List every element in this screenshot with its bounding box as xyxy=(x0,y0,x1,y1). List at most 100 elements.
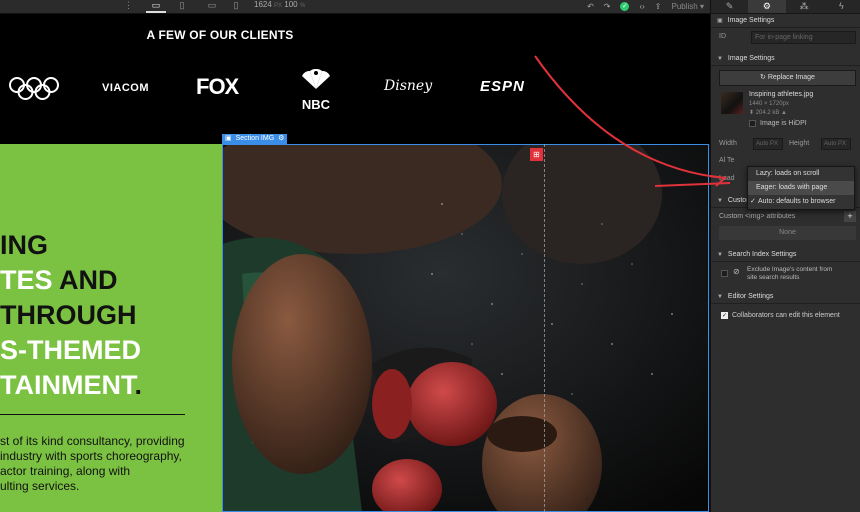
alt-text-label: Al Te xyxy=(719,157,735,164)
headline-line-4: S-THEMED xyxy=(0,335,141,365)
loading-dropdown[interactable]: Lazy: loads on scroll Eager: loads with … xyxy=(747,166,855,210)
image-settings-header-text: Image Settings xyxy=(727,55,775,62)
id-row: ID For in-page linking xyxy=(711,28,860,46)
mobile-portrait-breakpoint-icon[interactable]: ▯ xyxy=(226,0,246,13)
custom-img-attributes-row: Custom <img> attributes + xyxy=(711,210,860,224)
publish-label: Publish xyxy=(671,2,698,11)
designer-toolbar: ⋮ ▭ ▯ ▭ ▯ 1624 PX 100 % ↶ ↷ ✓ ‹› ⇪ Publi… xyxy=(0,0,710,14)
image-filename: Inspiring athletes.jpg xyxy=(749,91,814,98)
desktop-breakpoint-icon[interactable]: ▭ xyxy=(146,0,166,13)
image-filesize: ⬍ 204.2 kB ▲ xyxy=(749,109,787,116)
canvas-width-unit: PX xyxy=(274,3,283,9)
interactions-tab-bolt-icon[interactable]: ϟ xyxy=(823,0,860,13)
settings-gear-icon[interactable]: ⚙ xyxy=(278,134,284,144)
warning-icon: ▲ xyxy=(779,110,787,116)
undo-icon[interactable]: ↶ xyxy=(587,2,594,11)
exclude-line-2: site search results xyxy=(747,274,800,281)
headline-line-2: TES AND xyxy=(0,263,222,298)
element-title: ▣ Image Settings xyxy=(711,14,860,28)
fox-logo: FOX xyxy=(196,74,239,99)
exclude-checkbox[interactable] xyxy=(721,270,728,277)
collaborators-row[interactable]: ✓ Collaborators can edit this element xyxy=(711,308,860,324)
panel-tabs: ✎ ⚙ ⁂ ϟ xyxy=(711,0,860,14)
boxing-photo-illustration xyxy=(222,144,710,512)
width-label: Width xyxy=(719,140,737,147)
image-element-icon: ▣ xyxy=(717,18,723,24)
image-dimensions: 1440 × 1720px xyxy=(749,101,789,107)
height-unit: PX xyxy=(838,141,847,147)
headline-line-1: ING xyxy=(0,230,49,260)
width-unit: PX xyxy=(770,141,779,147)
search-index-header[interactable]: ▼ Search Index Settings xyxy=(711,248,860,262)
replace-image-label: Replace Image xyxy=(767,74,815,81)
boxing-photo-image[interactable] xyxy=(222,144,710,512)
nbc-peacock-icon xyxy=(302,68,330,89)
width-value: Auto xyxy=(756,141,769,147)
load-option-lazy[interactable]: Lazy: loads on scroll xyxy=(748,167,854,181)
chevron-down-icon: ▼ xyxy=(717,56,723,62)
height-input[interactable]: Auto PX xyxy=(821,138,851,150)
hero-body-text: st of its kind consultancy, providing in… xyxy=(0,434,222,494)
refresh-icon: ↻ xyxy=(760,74,766,81)
image-settings-header[interactable]: ▼ Image Settings xyxy=(711,52,860,66)
collaborators-checkbox[interactable]: ✓ xyxy=(721,312,728,319)
id-input[interactable]: For in-page linking xyxy=(751,31,856,44)
settings-panel: ✎ ⚙ ⁂ ϟ ▣ Image Settings ID For in-page … xyxy=(710,0,860,512)
client-logos: VIACOM FOX NBC Disney ESPN xyxy=(0,68,560,112)
hidpi-label: Image is HiDPI xyxy=(760,120,807,127)
column-guide xyxy=(544,144,545,512)
espn-logo: ESPN xyxy=(480,78,525,95)
load-option-auto[interactable]: ✓ Auto: defaults to browser xyxy=(748,195,854,209)
settings-tab-gear-icon[interactable]: ⚙ xyxy=(748,0,786,13)
section-img-icon: ▣ xyxy=(225,135,232,142)
compress-icon: ⬍ xyxy=(749,110,756,116)
redo-icon[interactable]: ↷ xyxy=(604,2,611,11)
viacom-logo: VIACOM xyxy=(102,82,149,94)
share-icon[interactable]: ⇪ xyxy=(655,2,662,11)
disney-logo: Disney xyxy=(384,78,433,94)
canvas-width-value: 1624 xyxy=(254,0,272,9)
exclude-from-search-row[interactable]: ⊘ Exclude Image's content from site sear… xyxy=(711,262,860,288)
publish-button[interactable]: Publish ▾ xyxy=(672,2,705,11)
image-filesize-value: 204.2 kB xyxy=(755,110,780,116)
search-off-icon: ⊘ xyxy=(733,267,740,276)
height-label: Height xyxy=(789,140,810,147)
hidpi-row[interactable]: Image is HiDPI xyxy=(749,120,807,127)
hidpi-checkbox[interactable] xyxy=(749,120,756,127)
editor-settings-header[interactable]: ▼ Editor Settings xyxy=(711,290,860,304)
element-title-text: Image Settings xyxy=(727,17,775,24)
loading-label: Load xyxy=(719,175,735,182)
save-status-icon: ✓ xyxy=(620,2,630,11)
style-tab-brush-icon[interactable]: ✎ xyxy=(711,0,748,13)
exclude-text: Exclude Image's content from site search… xyxy=(747,266,832,282)
headline-line-3: THROUGH xyxy=(0,300,137,330)
style-manager-tab-drops-icon[interactable]: ⁂ xyxy=(786,0,823,13)
attributes-empty-state: None xyxy=(719,226,856,240)
add-attribute-button[interactable]: + xyxy=(844,211,856,222)
design-canvas[interactable]: A FEW OF OUR CLIENTS VIACOM FOX NBC Disn… xyxy=(0,14,710,512)
body-line-3: actor training, along with xyxy=(0,464,131,478)
height-value: Auto xyxy=(824,141,837,147)
editor-settings-header-text: Editor Settings xyxy=(727,293,774,300)
selected-check-icon: ✓ xyxy=(750,198,756,205)
more-menu-icon[interactable]: ⋮ xyxy=(124,0,133,11)
body-line-2: industry with sports choreography, xyxy=(0,449,182,463)
canvas-zoom-value: 100 xyxy=(284,0,298,9)
image-settings-badge-icon[interactable]: ⊞ xyxy=(530,148,543,161)
load-option-eager[interactable]: Eager: loads with page xyxy=(748,181,854,195)
mobile-landscape-breakpoint-icon[interactable]: ▭ xyxy=(202,0,222,13)
image-info-card: Inspiring athletes.jpg 1440 × 1720px ⬍ 2… xyxy=(719,90,856,134)
publish-caret-icon: ▾ xyxy=(699,2,704,11)
canvas-width-readout: 1624 PX 100 % xyxy=(254,0,305,11)
tablet-breakpoint-icon[interactable]: ▯ xyxy=(172,0,192,13)
replace-image-button[interactable]: ↻ Replace Image xyxy=(719,70,856,86)
width-input[interactable]: Auto PX xyxy=(753,138,783,150)
code-icon[interactable]: ‹› xyxy=(639,2,644,11)
headline-line-2-highlight: TES xyxy=(0,265,53,295)
selection-label[interactable]: ▣ Section IMG ⚙ xyxy=(222,134,288,144)
headline-line-2-rest: AND xyxy=(52,265,118,295)
image-thumbnail[interactable] xyxy=(721,92,743,114)
id-label: ID xyxy=(719,33,726,40)
headline-line-5-period: . xyxy=(134,370,143,400)
exclude-line-1: Exclude Image's content from xyxy=(747,266,833,273)
